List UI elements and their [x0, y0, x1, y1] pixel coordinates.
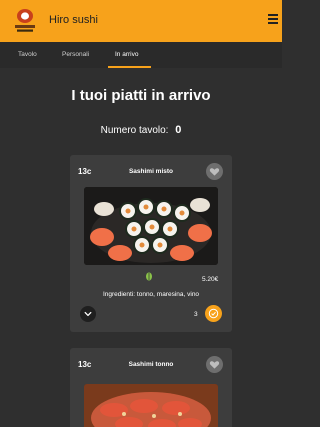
heart-icon[interactable]	[206, 356, 223, 373]
chevron-down-icon[interactable]	[80, 306, 96, 322]
veggie-leaf-icon	[146, 272, 152, 281]
table-number-row: Numero tavolo: 0	[0, 124, 282, 136]
hamburger-menu-icon[interactable]	[268, 14, 278, 26]
tab-personali[interactable]: Personali	[62, 51, 89, 58]
app-brand-name: Hiro sushi	[49, 14, 98, 26]
dish-card: 13c Sashimi tonno	[70, 348, 232, 427]
page-title: I tuoi piatti in arrivo	[71, 87, 211, 104]
dish-photo	[84, 187, 218, 265]
dish-code: 13c	[78, 167, 92, 176]
tab-tavolo[interactable]: Tavolo	[18, 51, 37, 58]
dish-price: 5.20€	[202, 276, 219, 283]
top-app-bar: Hiro sushi	[0, 0, 282, 42]
hiro-logo-icon[interactable]	[13, 7, 37, 35]
table-number-label: Numero tavolo:	[100, 125, 169, 136]
dish-ingredients: Ingredienti: tonno, maresina, vino	[102, 291, 200, 298]
tab-bar: Tavolo Personali In arrivo	[0, 42, 282, 68]
dish-name: Sashimi tonno	[128, 361, 174, 368]
dish-card: 13c Sashimi misto 5.20€ Ingredienti: ton…	[70, 155, 232, 332]
dish-name: Sashimi misto	[128, 168, 174, 175]
dish-code: 13c	[78, 360, 92, 369]
heart-icon[interactable]	[206, 163, 223, 180]
active-tab-indicator	[108, 66, 151, 68]
table-number-value: 0	[175, 124, 182, 136]
dish-photo	[84, 384, 218, 427]
dish-quantity: 3	[194, 311, 198, 318]
tab-in-arrivo[interactable]: In arrivo	[115, 51, 138, 58]
check-circle-icon[interactable]	[205, 305, 222, 322]
